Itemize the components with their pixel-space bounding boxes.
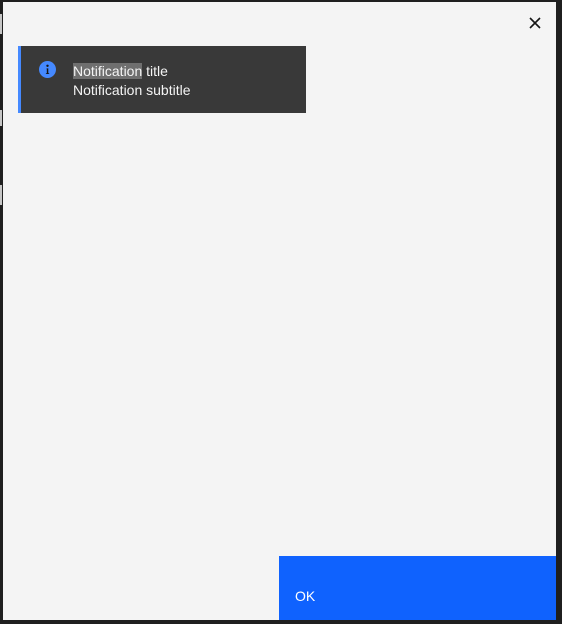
background-edge-mark <box>0 185 2 205</box>
info-icon <box>39 61 56 78</box>
notification-title-rest: title <box>142 63 168 79</box>
background-edge-mark <box>0 110 2 126</box>
modal-dialog: Notification title Notification subtitle… <box>3 2 556 620</box>
notification-title-highlight: Notification <box>73 63 143 79</box>
close-button[interactable] <box>524 12 546 34</box>
notification-title: Notification title <box>73 63 168 79</box>
ok-button[interactable]: OK <box>279 556 556 620</box>
inline-notification: Notification title Notification subtitle <box>18 46 306 113</box>
background-edge-mark <box>0 14 2 34</box>
ok-button-label: OK <box>295 588 316 604</box>
notification-text: Notification title Notification subtitle <box>73 62 191 100</box>
notification-subtitle: Notification subtitle <box>73 82 191 98</box>
close-icon <box>529 17 541 29</box>
